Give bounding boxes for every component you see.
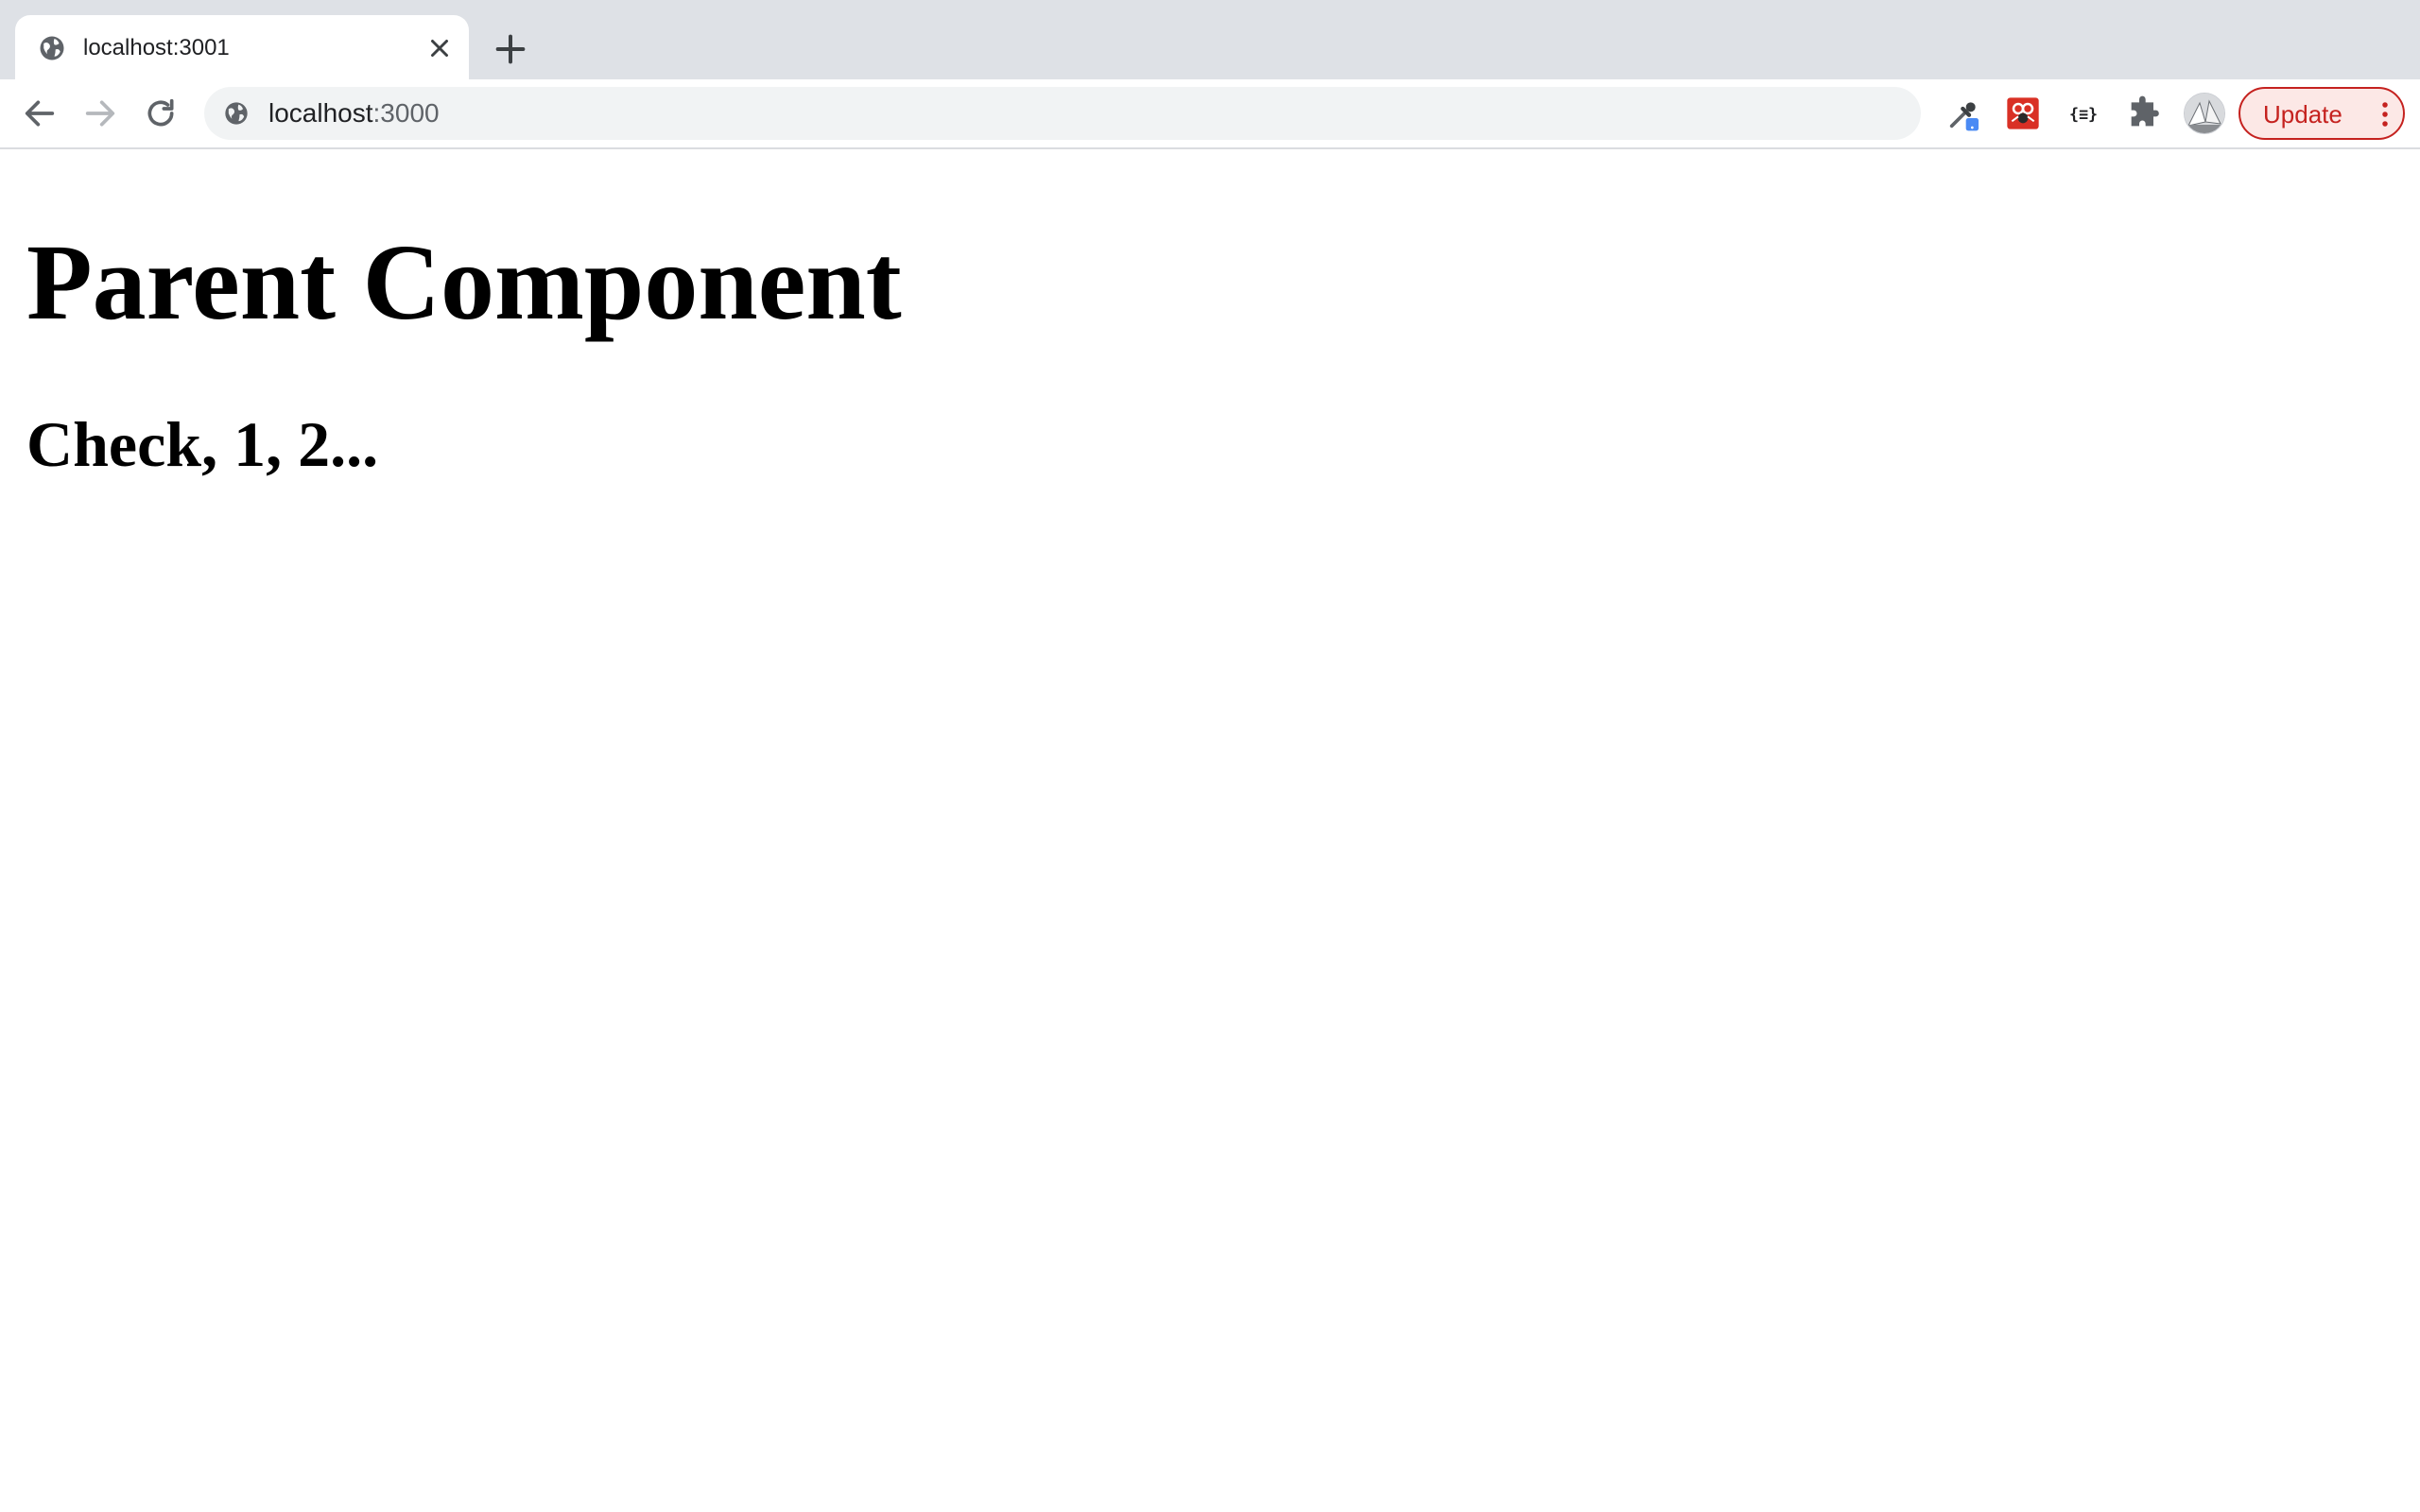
browser-tab[interactable]: localhost:3001: [15, 15, 469, 79]
more-vert-icon[interactable]: [2380, 100, 2390, 129]
update-button[interactable]: Update: [2238, 87, 2405, 140]
forward-arrow-icon[interactable]: [81, 94, 119, 132]
tab-title: localhost:3001: [83, 35, 230, 60]
svg-text:{≡}: {≡}: [2069, 106, 2098, 124]
address-bar[interactable]: localhost:3000: [204, 87, 1921, 140]
tab-strip: localhost:3001: [0, 0, 2420, 79]
new-tab-plus-icon[interactable]: [492, 30, 529, 68]
json-formatter-extension-icon[interactable]: {≡}: [2065, 94, 2102, 132]
eyedropper-extension-icon[interactable]: [1945, 94, 1983, 132]
avatar-image: [2185, 94, 2224, 133]
red-extension-icon[interactable]: [2004, 94, 2042, 132]
page-viewport: Parent Component Check, 1, 2...: [0, 149, 2420, 1512]
back-arrow-icon[interactable]: [21, 94, 59, 132]
url-port: :3000: [372, 98, 440, 128]
reload-icon[interactable]: [142, 94, 180, 132]
update-label: Update: [2263, 100, 2342, 129]
site-info-globe-icon[interactable]: [223, 100, 250, 127]
page-subheading: Check, 1, 2...: [26, 408, 379, 480]
page-heading: Parent Component: [26, 222, 902, 342]
extensions-puzzle-icon[interactable]: [2125, 94, 2163, 132]
profile-avatar[interactable]: [2184, 93, 2225, 134]
url-host: localhost: [268, 98, 373, 128]
globe-icon: [40, 36, 64, 60]
browser-toolbar: localhost:3000 {≡} Update: [0, 79, 2420, 149]
close-icon[interactable]: [425, 34, 454, 62]
url-text: localhost:3000: [268, 99, 440, 128]
